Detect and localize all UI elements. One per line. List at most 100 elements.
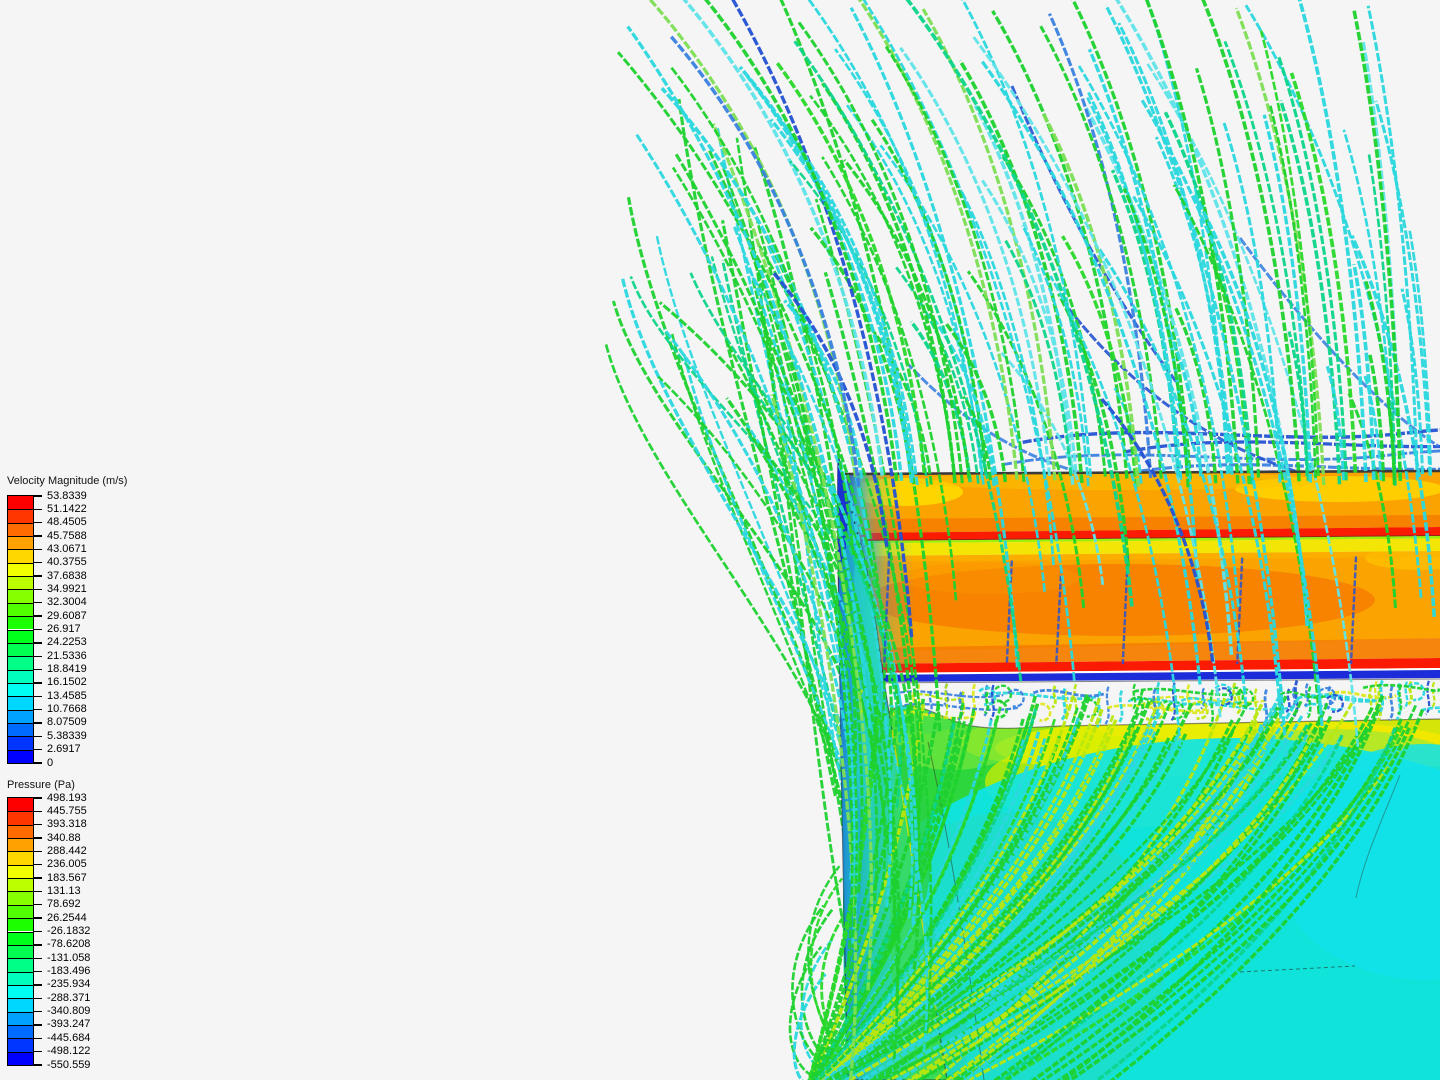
tick-label: 24.2253 (47, 636, 87, 649)
tick-mark (33, 864, 42, 866)
tick-mark (33, 1010, 42, 1013)
colorband (8, 864, 33, 879)
tick-mark (33, 824, 42, 826)
colorband (8, 709, 33, 723)
tick-label: 445.755 (47, 804, 87, 817)
tick-mark (33, 904, 42, 906)
colorband-divider (8, 958, 33, 960)
colorband-divider (8, 522, 33, 524)
colorband (8, 824, 33, 839)
colorband (8, 642, 33, 657)
colorband (8, 736, 33, 750)
colorband (8, 549, 33, 563)
colorband (8, 522, 33, 537)
colorband (8, 696, 33, 710)
tick-mark (33, 535, 42, 537)
colorband (8, 669, 33, 683)
tick-label: 40.3755 (47, 556, 87, 569)
colorband (8, 562, 33, 577)
tick-mark (33, 495, 42, 497)
tick-mark (33, 970, 42, 973)
tick-mark (33, 682, 42, 684)
viewport-3d[interactable] (0, 0, 1440, 1080)
colorband (8, 998, 33, 1012)
tick-mark (33, 722, 42, 724)
colorband (8, 496, 33, 510)
tick-label: 37.6838 (47, 569, 87, 582)
colorband (8, 1051, 33, 1065)
tick-mark (33, 695, 42, 697)
colorband-divider (8, 602, 33, 604)
tick-label: 48.4505 (47, 516, 87, 529)
colorband-divider (8, 682, 33, 684)
tick-label: -393.247 (47, 1018, 91, 1031)
tick-label: 236.005 (47, 858, 87, 871)
tick-mark (33, 890, 42, 893)
tick-mark (33, 810, 42, 813)
colorband (8, 656, 33, 670)
tick-label: 29.6087 (47, 609, 87, 622)
tick-mark (33, 917, 42, 919)
colorband (8, 722, 33, 737)
tick-mark (33, 930, 42, 933)
colorband-divider (8, 669, 33, 671)
tick-label: 183.567 (47, 871, 87, 884)
colorband-divider (8, 851, 33, 853)
legend-pressure-colorbar (7, 797, 34, 1066)
tick-mark (33, 877, 42, 879)
colorband-divider (8, 1024, 33, 1026)
colorband-divider (8, 811, 33, 813)
colorband (8, 1011, 33, 1025)
colorband (8, 509, 33, 523)
colorband-divider (8, 576, 33, 578)
tick-label: 5.38339 (47, 729, 87, 742)
colorband (8, 589, 33, 603)
tick-mark (33, 615, 42, 617)
tick-mark (33, 602, 42, 604)
colorband-divider (8, 549, 33, 551)
colorband (8, 576, 33, 590)
colorband (8, 851, 33, 865)
cfd-postprocessor-screenshot: Velocity Magnitude (m/s) 53.8339 51.1422 4… (0, 0, 1440, 1080)
colorband-divider (8, 509, 33, 511)
tick-mark (33, 668, 42, 671)
tick-label: 45.7588 (47, 529, 87, 542)
tick-mark (33, 762, 42, 764)
colorband-divider (8, 1038, 33, 1040)
colorband-divider (8, 864, 33, 866)
tick-mark (33, 1064, 42, 1066)
colorband-divider (8, 891, 33, 893)
colorband (8, 984, 33, 999)
tick-label: 51.1422 (47, 502, 87, 515)
colorband-divider (8, 629, 33, 631)
colorband (8, 629, 33, 643)
legend-velocity-title: Velocity Magnitude (m/s) (7, 475, 128, 487)
tick-label: 26.917 (47, 623, 81, 635)
tick-label: 2.6917 (47, 743, 81, 756)
tick-label: 498.193 (47, 791, 87, 804)
colorband-divider (8, 998, 33, 1000)
tick-mark (33, 588, 42, 591)
colorband (8, 971, 33, 985)
tick-mark (33, 548, 42, 551)
colorband-divider (8, 722, 33, 724)
tick-mark (33, 797, 42, 799)
colorband-divider (8, 562, 33, 564)
tick-label: 13.4585 (47, 689, 87, 702)
colorband (8, 616, 33, 630)
tick-label: 16.1502 (47, 676, 87, 689)
colorband (8, 931, 33, 945)
tick-label: 26.2544 (47, 911, 87, 924)
tick-label: -550.559 (47, 1058, 91, 1071)
tick-mark (33, 708, 42, 711)
colorband-divider (8, 918, 33, 920)
colorband-divider (8, 656, 33, 658)
colorband (8, 891, 33, 905)
colorband-divider (8, 616, 33, 618)
tick-label: -235.934 (47, 978, 91, 991)
colorband (8, 958, 33, 972)
tick-mark (33, 997, 42, 999)
colorband-divider (8, 696, 33, 698)
tick-mark (33, 748, 42, 751)
colorband-divider (8, 904, 33, 906)
